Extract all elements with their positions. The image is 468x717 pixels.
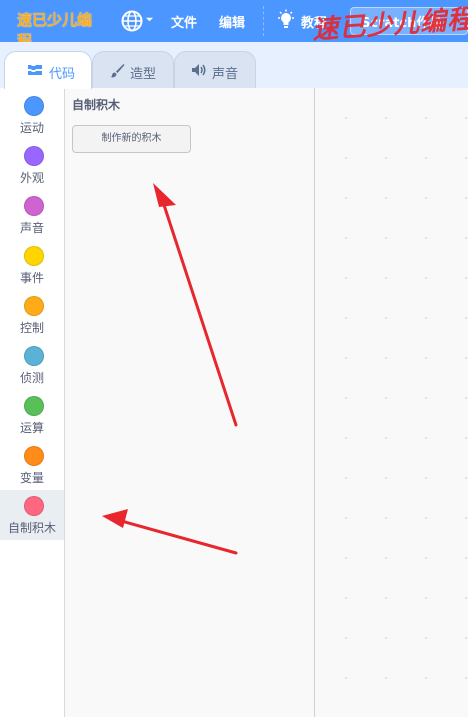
file-menu[interactable]: 文件: [171, 12, 197, 31]
make-a-block-button[interactable]: 制作新的积木: [72, 125, 191, 153]
category-variables[interactable]: 变量: [0, 440, 64, 490]
script-workspace[interactable]: [316, 88, 468, 717]
scratch-editor: 速已少儿编程 文件 编辑 教程 Scratch作品 速已少儿编程 代码 造型 声…: [0, 0, 468, 717]
category-looks-dot: [24, 146, 44, 166]
category-looks[interactable]: 外观: [0, 140, 64, 190]
category-control-dot: [24, 296, 44, 316]
block-palette: 自制积木 制作新的积木: [65, 88, 315, 717]
category-operators-dot: [24, 396, 44, 416]
category-sound-label: 声音: [19, 221, 44, 235]
category-my-blocks-dot: [24, 496, 44, 516]
category-my-blocks-label: 自制积木: [7, 521, 56, 535]
globe-icon[interactable]: [120, 9, 144, 33]
category-motion[interactable]: 运动: [0, 90, 64, 140]
chevron-down-icon[interactable]: [145, 15, 154, 24]
logo[interactable]: 速已少儿编程: [17, 9, 95, 50]
watermark-logo: 速已少儿编程: [311, 4, 468, 46]
category-variables-dot: [24, 446, 44, 466]
edit-menu[interactable]: 编辑: [219, 12, 245, 31]
palette-section-title: 自制积木: [72, 98, 121, 112]
editor-tabs: 代码 造型 声音: [0, 42, 468, 89]
tab-sounds-label: 声音: [212, 67, 239, 82]
category-operators-label: 运算: [19, 421, 44, 435]
menu-bar: 速已少儿编程 文件 编辑 教程 Scratch作品 速已少儿编程: [0, 0, 468, 50]
speaker-icon: [192, 64, 206, 76]
category-variables-label: 变量: [19, 471, 44, 485]
category-control[interactable]: 控制: [0, 290, 64, 340]
tab-code-label: 代码: [49, 67, 76, 82]
category-sound[interactable]: 声音: [0, 190, 64, 240]
category-sensing[interactable]: 侦测: [0, 340, 64, 390]
tab-costumes[interactable]: 造型: [92, 51, 174, 88]
tab-code[interactable]: 代码: [4, 51, 92, 89]
category-events-label: 事件: [19, 271, 44, 285]
menu-separator: [263, 6, 264, 36]
category-my-blocks[interactable]: 自制积木: [0, 490, 64, 540]
category-menu: 运动 外观 声音 事件 控制 侦测 运算 变量 自制积木: [0, 88, 65, 717]
category-sound-dot: [24, 196, 44, 216]
category-sensing-label: 侦测: [19, 371, 44, 385]
paintbrush-icon: [110, 64, 125, 78]
category-motion-dot: [24, 96, 44, 116]
category-operators[interactable]: 运算: [0, 390, 64, 440]
tab-sounds[interactable]: 声音: [174, 51, 256, 88]
category-events[interactable]: 事件: [0, 240, 64, 290]
category-events-dot: [24, 246, 44, 266]
lightbulb-icon[interactable]: [276, 9, 296, 31]
category-motion-label: 运动: [19, 121, 44, 135]
tab-costumes-label: 造型: [130, 67, 157, 82]
category-sensing-dot: [24, 346, 44, 366]
category-control-label: 控制: [19, 321, 44, 335]
code-blocks-icon: [28, 65, 42, 75]
category-looks-label: 外观: [19, 171, 44, 185]
